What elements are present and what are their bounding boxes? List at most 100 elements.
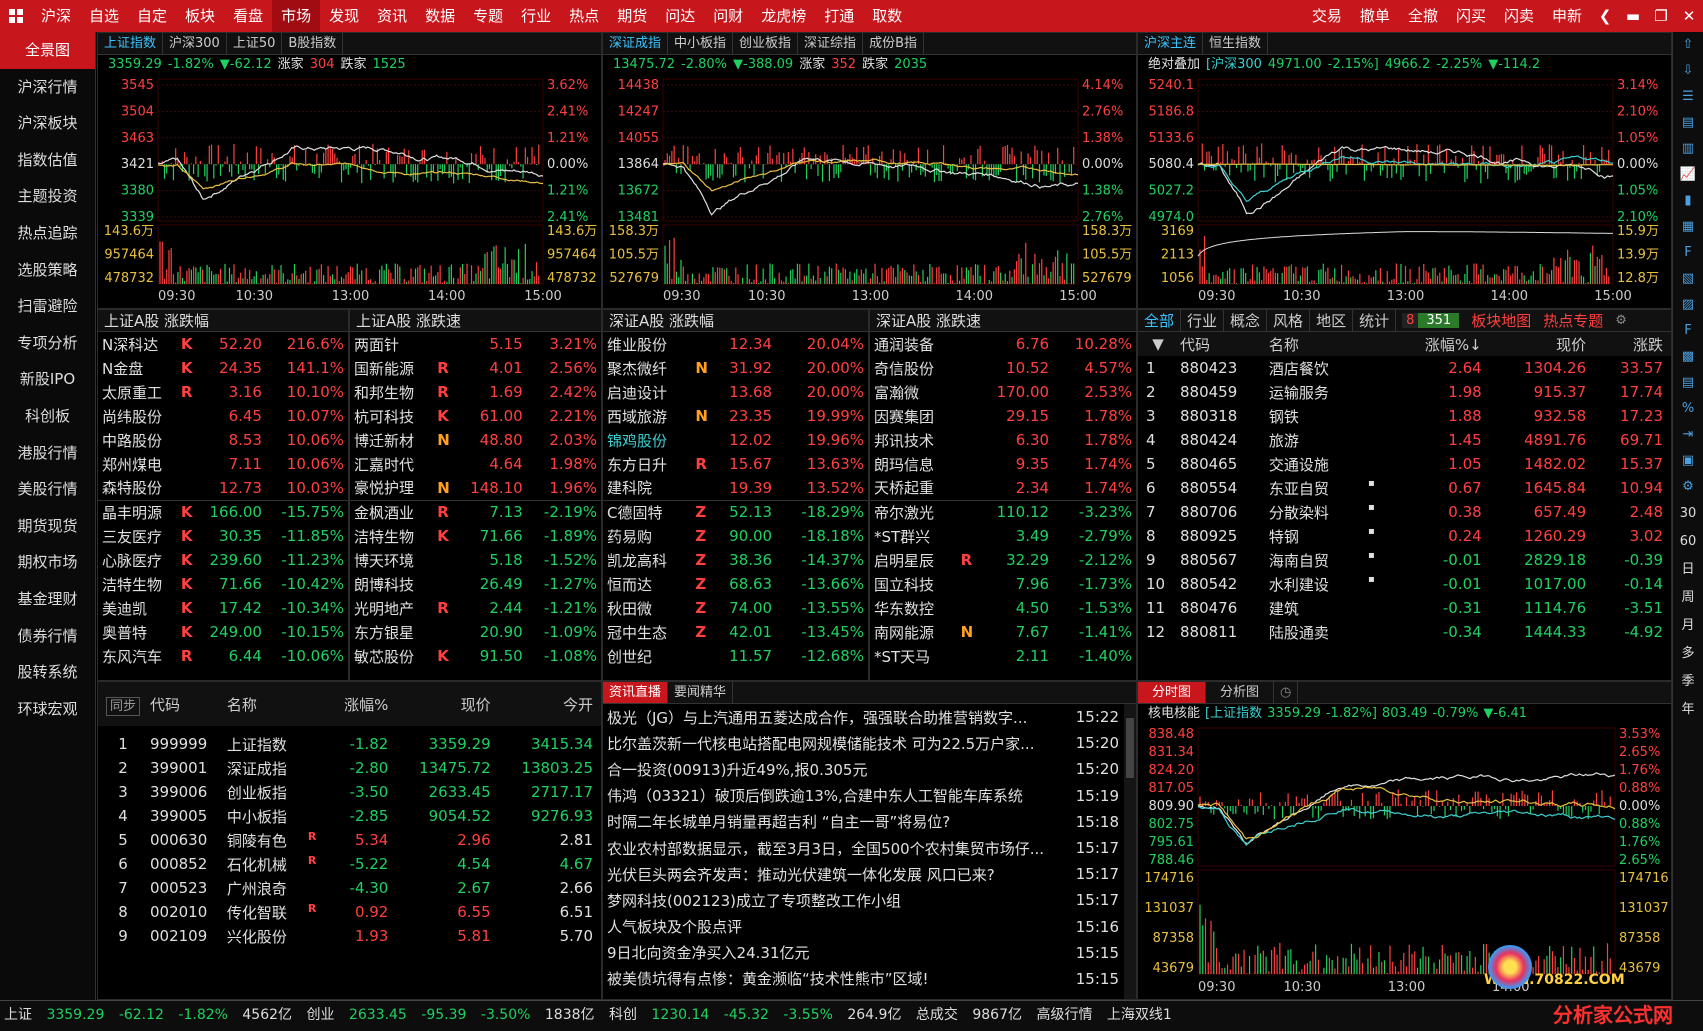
menu-item-16[interactable]: 打通 [815, 0, 863, 32]
table-row[interactable]: 4 399005 中小板指 -2.85 9054.52 9276.93 [98, 804, 601, 828]
table-row[interactable]: 1 880423 酒店餐饮 2.64 1304.26 33.57 [1138, 356, 1671, 380]
sidebar-item-13[interactable]: 期货现货 [0, 508, 95, 545]
news-headline[interactable]: 光伏巨头两会齐发声：推动光伏建筑一体化发展 风口已来? [603, 861, 1073, 887]
menu-item-6[interactable]: 发现 [320, 0, 368, 32]
menu-right-item-2[interactable]: 全撤 [1399, 0, 1447, 32]
table-row[interactable]: 秋田微 Z 74.00 -13.55% [603, 596, 868, 620]
menu-right-item-3[interactable]: 闪买 [1447, 0, 1495, 32]
table-row[interactable]: 博迁新材 N 48.80 2.03% [350, 428, 601, 452]
sidebar-item-4[interactable]: 主题投资 [0, 178, 95, 215]
table-row[interactable]: 太原重工 R 3.16 10.10% [98, 380, 348, 404]
table-row[interactable]: 9 880567 海南自贸 ▪ -0.01 2829.18 -0.39 [1138, 548, 1671, 572]
news-scroll-thumb[interactable] [1126, 718, 1134, 778]
p1-tab-2[interactable]: 上证50 [227, 33, 283, 54]
table-row[interactable]: 凯龙高科 Z 38.36 -14.37% [603, 548, 868, 572]
table-row[interactable]: 光明地产 R 2.44 -1.21% [350, 596, 601, 620]
table-row[interactable]: 豪悦护理 N 148.10 1.96% [350, 476, 601, 500]
p1-tab-3[interactable]: B股指数 [282, 33, 344, 54]
news-tab-1[interactable]: 要闻精华 [668, 682, 734, 703]
table-row[interactable]: 因赛集团 29.15 1.78% [870, 404, 1136, 428]
menu-item-10[interactable]: 行业 [512, 0, 560, 32]
restore-icon[interactable]: ❐ [1647, 7, 1675, 25]
period-button-4[interactable]: 月 [1673, 612, 1703, 640]
table-row[interactable]: 三友医疗 K 30.35 -11.85% [98, 524, 348, 548]
news-item[interactable]: 人气板块及个股点评 15:16 [603, 914, 1123, 940]
table-row[interactable]: 富瀚微 170.00 2.53% [870, 380, 1136, 404]
table-row[interactable]: 1 999999 上证指数 -1.82 3359.29 3415.34 [98, 732, 601, 756]
p2-tab-3[interactable]: 深证综指 [798, 33, 864, 54]
menu-item-12[interactable]: 期货 [608, 0, 656, 32]
list-icon[interactable]: ☰ [1673, 84, 1703, 110]
p2-tab-1[interactable]: 中小板指 [668, 33, 734, 54]
table-row[interactable]: 启迪设计 13.68 20.00% [603, 380, 868, 404]
sidebar-item-5[interactable]: 热点追踪 [0, 215, 95, 252]
table-row[interactable]: 11 880476 建筑 -0.31 1114.76 -3.51 [1138, 596, 1671, 620]
export-icon[interactable]: ⇥ [1673, 422, 1703, 448]
table-row[interactable]: 朗博科技 26.49 -1.27% [350, 572, 601, 596]
news-item[interactable]: 伟鸿（03321）破顶后倒跌逾13%,合建中东人工智能车库系统 15:19 [603, 783, 1123, 809]
table-row[interactable]: 5 000630 铜陵有色 R 5.34 2.96 2.81 [98, 828, 601, 852]
table-row[interactable]: 10 880542 水利建设 ▪ -0.01 1017.00 -0.14 [1138, 572, 1671, 596]
menu-item-7[interactable]: 资讯 [368, 0, 416, 32]
sidebar-item-8[interactable]: 专项分析 [0, 325, 95, 362]
menu-item-3[interactable]: 板块 [176, 0, 224, 32]
percent-icon[interactable]: % [1673, 396, 1703, 422]
bar-chart-icon[interactable]: ▥ [1673, 136, 1703, 162]
news-item[interactable]: 极光（JG）与上汽通用五菱达成合作，强强联合助推营销数字... 15:22 [603, 704, 1123, 730]
sector-tab-1[interactable]: 行业 [1181, 310, 1225, 331]
mini-tab-0[interactable]: 分时图 [1138, 682, 1207, 703]
menu-item-13[interactable]: 问达 [656, 0, 704, 32]
arrow-down-icon[interactable]: ⇩ [1673, 58, 1703, 84]
table-row[interactable]: 启明星辰 R 32.29 -2.12% [870, 548, 1136, 572]
table-row[interactable]: 尚纬股份 6.45 10.07% [98, 404, 348, 428]
table-row[interactable]: 6 880554 东亚自贸 ▪ 0.67 1645.84 10.94 [1138, 476, 1671, 500]
period-button-6[interactable]: 季 [1673, 668, 1703, 696]
menu-right-item-1[interactable]: 撤单 [1351, 0, 1399, 32]
rank-title-1[interactable]: 上证A股 涨跌速 [350, 310, 601, 332]
table-row[interactable]: 奇信股份 10.52 4.57% [870, 356, 1136, 380]
table-row[interactable]: 聚杰微纤 N 31.92 20.00% [603, 356, 868, 380]
table-row[interactable]: 邦讯技术 6.30 1.78% [870, 428, 1136, 452]
mini-tab-1[interactable]: 分析图 [1206, 682, 1275, 703]
table-row[interactable]: 2 399001 深证成指 -2.80 13475.72 13803.25 [98, 756, 601, 780]
table-row[interactable]: 2 880459 运输服务 1.98 915.37 17.74 [1138, 380, 1671, 404]
sidebar-item-9[interactable]: 新股IPO [0, 361, 95, 398]
menu-item-9[interactable]: 专题 [464, 0, 512, 32]
line-chart-icon[interactable]: 📈 [1673, 162, 1703, 188]
sidebar-item-2[interactable]: 沪深板块 [0, 105, 95, 142]
p2-tab-2[interactable]: 创业板指 [733, 33, 799, 54]
grid-icon[interactable]: ▦ [1673, 214, 1703, 240]
period-button-0[interactable]: 30 [1673, 500, 1703, 528]
status-l2[interactable]: 高级行情 [1036, 1007, 1092, 1023]
sidebar-item-1[interactable]: 沪深行情 [0, 69, 95, 106]
p1-tab-0[interactable]: 上证指数 [98, 33, 164, 54]
table-row[interactable]: 华东数控 4.50 -1.53% [870, 596, 1136, 620]
layout-icon[interactable]: ▣ [1673, 448, 1703, 474]
table-row[interactable]: 12 880811 陆股通卖 -0.34 1444.33 -4.92 [1138, 620, 1671, 644]
table-row[interactable]: N深科达 K 52.20 216.6% [98, 332, 348, 356]
news-headline[interactable]: 梦网科技(002123)成立了专项整改工作小组 [603, 887, 1073, 913]
table-row[interactable]: 通润装备 6.76 10.28% [870, 332, 1136, 356]
sheet-icon[interactable]: ▤ [1673, 370, 1703, 396]
table-row[interactable]: 奥普特 K 249.00 -10.15% [98, 620, 348, 644]
table-row[interactable]: 恒而达 Z 68.63 -13.66% [603, 572, 868, 596]
table-row[interactable]: 帝尔激光 110.12 -3.23% [870, 500, 1136, 524]
p2-tab-0[interactable]: 深证成指 [603, 33, 669, 54]
table-row[interactable]: 9 002109 兴化股份 1.93 5.81 5.70 [98, 924, 601, 948]
doc-icon[interactable]: ▨ [1673, 292, 1703, 318]
table-row[interactable]: 森特股份 12.73 10.03% [98, 476, 348, 500]
sector-link-0[interactable]: 板块地图 [1465, 310, 1537, 331]
table-row[interactable]: 6 000852 石化机械 R -5.22 4.54 4.67 [98, 852, 601, 876]
page-icon[interactable]: ▩ [1673, 344, 1703, 370]
table-row[interactable]: 锦鸡股份 12.02 19.96% [603, 428, 868, 452]
menu-item-14[interactable]: 问财 [704, 0, 752, 32]
table-row[interactable]: 东方日升 R 15.67 13.63% [603, 452, 868, 476]
close-icon[interactable]: ✕ [1675, 7, 1703, 25]
news-tab-0[interactable]: 资讯直播 [603, 682, 669, 703]
news-headline[interactable]: 极光（JG）与上汽通用五菱达成合作，强强联合助推营销数字... [603, 704, 1073, 730]
table-row[interactable]: 7 000523 广州浪奇 -4.30 2.67 2.66 [98, 876, 601, 900]
table-row[interactable]: 心脉医疗 K 239.60 -11.23% [98, 548, 348, 572]
arrow-up-icon[interactable]: ⇧ [1673, 32, 1703, 58]
table-row[interactable]: 郑州煤电 7.11 10.06% [98, 452, 348, 476]
menu-right-item-0[interactable]: 交易 [1303, 0, 1351, 32]
